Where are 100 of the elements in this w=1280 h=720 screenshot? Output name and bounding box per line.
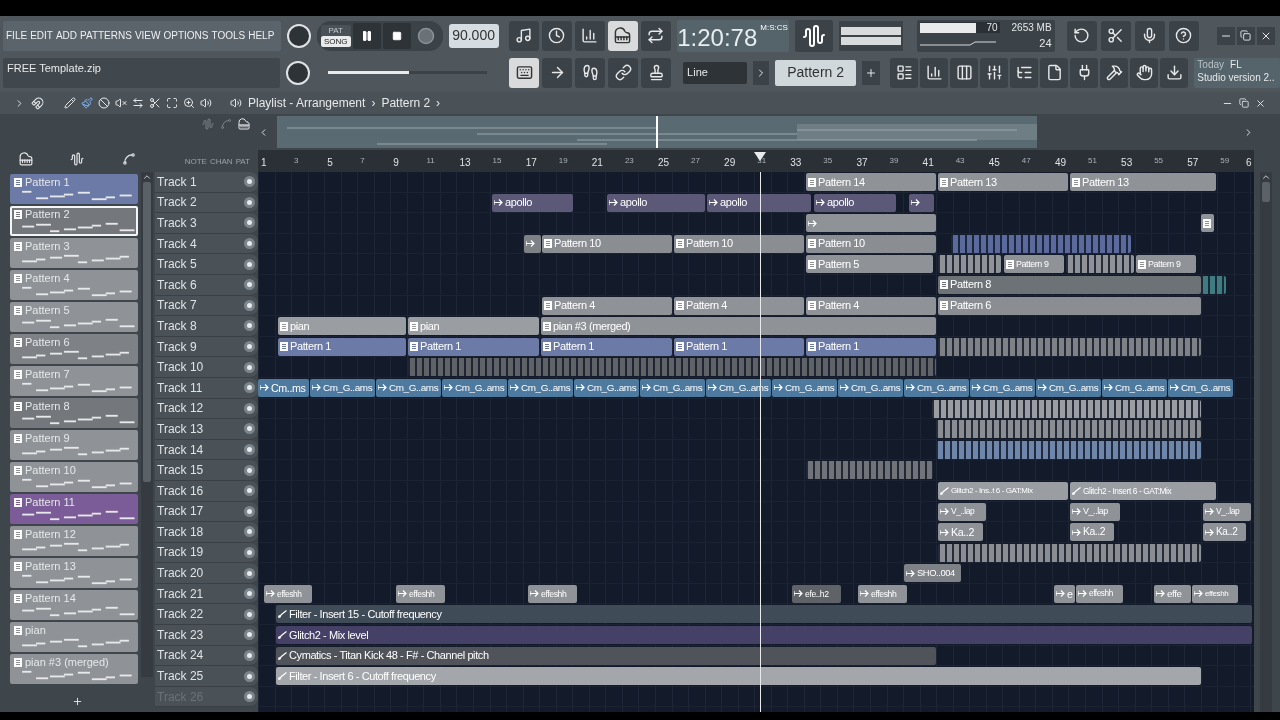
piano-icon[interactable] xyxy=(238,118,250,130)
mute-toggle[interactable] xyxy=(244,629,255,641)
pattern-item[interactable]: Pattern 6 xyxy=(10,334,138,364)
slice-clip[interactable] xyxy=(936,440,1201,459)
typing-keyboard-button[interactable] xyxy=(509,57,540,88)
audio-clip[interactable]: e xyxy=(1054,584,1075,603)
audio-clip[interactable] xyxy=(806,214,936,233)
audio-clip[interactable]: Cm_G..ams xyxy=(310,378,375,397)
pattern-item[interactable]: Pattern 10 xyxy=(10,462,138,492)
plugin-button[interactable] xyxy=(1070,57,1099,88)
pattern-clip[interactable]: Pattern 8 xyxy=(938,275,1201,294)
mute-toggle[interactable] xyxy=(244,196,255,208)
track-header[interactable]: Track 24 xyxy=(155,645,258,667)
mute-toggle[interactable] xyxy=(244,320,255,332)
audio-clip[interactable]: Cm_G..ams xyxy=(1102,378,1167,397)
automation-clip[interactable]: Glitch2 - Mix level xyxy=(276,626,1252,645)
mute-toggle[interactable] xyxy=(244,567,255,579)
help-button[interactable] xyxy=(1168,20,1199,51)
mute-toggle[interactable] xyxy=(244,382,255,394)
touch-button[interactable] xyxy=(1130,57,1159,88)
mute-toggle[interactable] xyxy=(244,464,255,476)
slice-clip[interactable] xyxy=(806,461,933,480)
add-icon[interactable] xyxy=(72,696,83,707)
step-edit-button[interactable] xyxy=(607,20,638,51)
menu-item[interactable]: HELP xyxy=(248,28,275,43)
vertical-scrollbar[interactable] xyxy=(1260,172,1272,712)
pattern-clip[interactable]: Pattern 10 xyxy=(806,234,936,253)
pattern-item[interactable]: Pattern 7 xyxy=(10,366,138,396)
pattern-clip[interactable]: Pattern 4 xyxy=(542,296,672,315)
mode-toggle[interactable]: PAT xyxy=(321,24,351,36)
audio-clip[interactable]: Ka..2 xyxy=(938,523,983,542)
audio-clip[interactable]: effeshh xyxy=(396,584,445,603)
pattern-item[interactable]: Pattern 9 xyxy=(10,430,138,460)
track-header[interactable]: Track 22 xyxy=(155,604,258,626)
audio-clip[interactable]: effeshh xyxy=(1192,584,1238,603)
pattern-clip[interactable]: pian #3 (merged) xyxy=(541,317,936,336)
mute-toggle[interactable] xyxy=(244,299,255,311)
audio-clip[interactable]: effeshh xyxy=(528,584,577,603)
track-header[interactable]: Track 2 xyxy=(155,192,258,214)
track-header[interactable]: Track 9 xyxy=(155,336,258,358)
volume-knob[interactable] xyxy=(287,23,311,48)
pitch-knob[interactable] xyxy=(285,60,310,85)
automation-clip[interactable]: Glitch2 - Ins..t 6 - GAT:Mix xyxy=(938,481,1068,500)
download-button[interactable] xyxy=(1160,57,1189,88)
track-header[interactable]: Track 11 xyxy=(155,377,258,399)
pattern-item[interactable]: Pattern 1 xyxy=(10,174,138,204)
loop-record-button[interactable] xyxy=(640,20,671,51)
delete-icon[interactable] xyxy=(98,97,110,109)
pattern-item[interactable]: pian xyxy=(10,622,138,652)
browser-button[interactable] xyxy=(1010,57,1039,88)
track-header[interactable]: Track 3 xyxy=(155,213,258,234)
audio-clip[interactable]: apollo xyxy=(814,193,896,212)
audio-clip[interactable]: Cm_G..ams xyxy=(904,378,969,397)
mute-toggle[interactable] xyxy=(244,258,255,270)
link-button[interactable] xyxy=(608,57,639,88)
mute-toggle[interactable] xyxy=(244,485,255,497)
tools-button[interactable] xyxy=(1100,20,1131,51)
panic-button[interactable] xyxy=(1066,20,1097,51)
brush-icon[interactable] xyxy=(81,97,93,109)
mute-icon[interactable] xyxy=(115,97,127,109)
mode-toggle[interactable]: SONG xyxy=(321,35,351,47)
audio-clip[interactable]: Cm_G..ams xyxy=(970,378,1035,397)
pattern-clip[interactable]: pian xyxy=(278,317,406,336)
mute-toggle[interactable] xyxy=(244,361,255,373)
audio-clip[interactable]: apollo xyxy=(492,193,573,212)
mute-toggle[interactable] xyxy=(244,588,255,600)
track-header[interactable]: Track 20 xyxy=(155,563,258,584)
audio-clip[interactable]: Cm_G..ams xyxy=(1168,378,1233,397)
track-header[interactable]: Track 13 xyxy=(155,419,258,440)
menu-item[interactable]: OPTIONS xyxy=(163,28,209,43)
track-header[interactable]: Track 19 xyxy=(155,542,258,564)
slice-clip[interactable] xyxy=(938,255,1001,274)
scrollbar-thumb[interactable] xyxy=(1262,182,1270,202)
menu-item[interactable]: PATTERNS xyxy=(80,28,132,43)
pattern-clip[interactable]: Pattern 1 xyxy=(541,337,672,356)
pattern-clip[interactable]: Pattern 4 xyxy=(674,296,804,315)
swing-button[interactable] xyxy=(575,57,606,88)
restore-button[interactable] xyxy=(1236,26,1255,45)
audio-clip[interactable]: Cm_G..ams xyxy=(1036,378,1101,397)
audio-clip[interactable]: apollo xyxy=(607,193,705,212)
menu-item[interactable]: ADD xyxy=(55,28,78,43)
mixer-button[interactable] xyxy=(980,57,1009,88)
slice-clip[interactable] xyxy=(951,234,1131,253)
slice-clip[interactable] xyxy=(1201,275,1226,294)
playlist-button[interactable] xyxy=(890,57,919,88)
track-header[interactable]: Track 7 xyxy=(155,295,258,317)
tools-button[interactable] xyxy=(1100,57,1129,88)
magnet-icon[interactable] xyxy=(31,96,44,110)
pattern-clip[interactable]: Pattern 1 xyxy=(674,337,804,356)
pattern-clip[interactable]: Pattern 10 xyxy=(674,234,804,253)
pattern-clip[interactable]: Pattern 5 xyxy=(806,255,933,274)
tempo-display[interactable]: 90.000 xyxy=(448,23,499,48)
pattern-item[interactable]: Pattern 14 xyxy=(10,590,138,620)
slice-clip[interactable] xyxy=(1066,255,1134,274)
track-header[interactable]: Track 16 xyxy=(155,480,258,502)
audio-clip[interactable]: Cm..ms xyxy=(258,378,309,397)
pattern-item[interactable]: Pattern 4 xyxy=(10,270,138,300)
stop-button[interactable] xyxy=(382,22,411,49)
mute-toggle[interactable] xyxy=(244,505,255,517)
mute-toggle[interactable] xyxy=(244,691,255,703)
